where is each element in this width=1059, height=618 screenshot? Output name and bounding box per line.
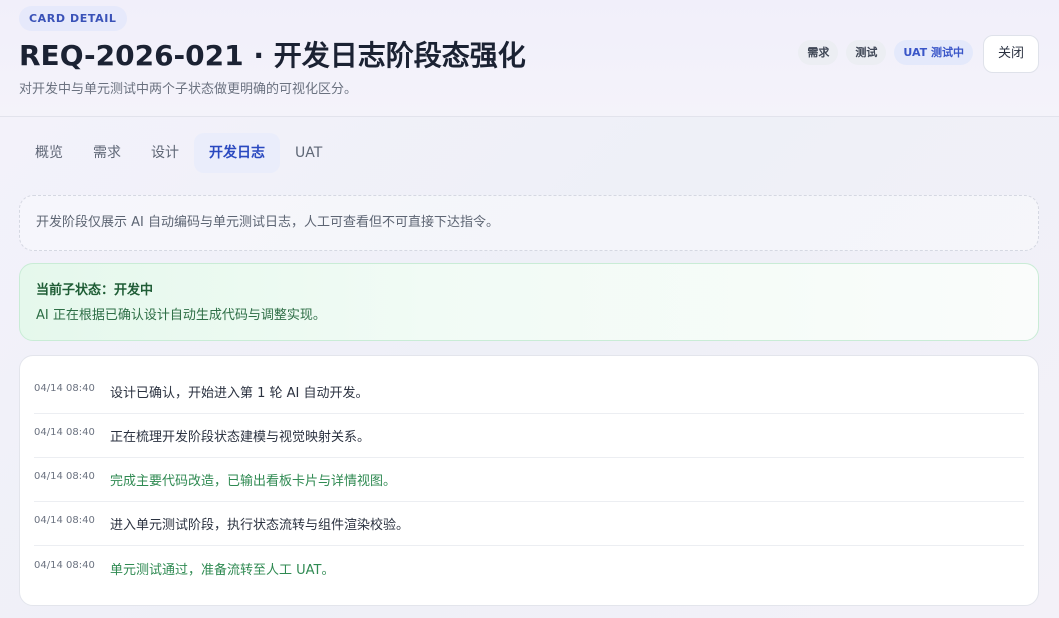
log-timestamp: 04/14 08:40 — [34, 559, 95, 571]
log-timestamp: 04/14 08:40 — [34, 383, 95, 394]
log-message: 完成主要代码改造，已输出看板卡片与详情视图。 — [110, 474, 397, 489]
page-title: REQ-2026-021 · 开发日志阶段态强化 — [19, 39, 526, 72]
log-message: 单元测试通过，准备流转至人工 UAT。 — [110, 562, 335, 578]
log-timestamp: 04/14 08:40 — [34, 515, 95, 526]
stage-chip-requirement: 需求 — [798, 40, 839, 65]
detail-tabs: 概览 需求 设计 开发日志 UAT — [20, 133, 337, 173]
tab-dev-log[interactable]: 开发日志 — [194, 133, 280, 173]
log-message: 进入单元测试阶段，执行状态流转与组件渲染校验。 — [110, 518, 410, 533]
log-message: 正在梳理开发阶段状态建模与视觉映射关系。 — [110, 430, 371, 445]
log-timestamp: 04/14 08:40 — [34, 427, 95, 438]
tab-requirement[interactable]: 需求 — [78, 133, 136, 173]
log-entry: 04/14 08:40 正在梳理开发阶段状态建模与视觉映射关系。 — [34, 414, 1024, 458]
current-status-card: 当前子状态：开发中 AI 正在根据已确认设计自动生成代码与调整实现。 — [19, 263, 1039, 341]
eyebrow-badge: CARD DETAIL — [19, 6, 127, 31]
page-subtitle: 对开发中与单元测试中两个子状态做更明确的可视化区分。 — [19, 82, 358, 97]
tab-overview[interactable]: 概览 — [20, 133, 78, 173]
status-title: 当前子状态：开发中 — [36, 283, 154, 298]
log-entry: 04/14 08:40 单元测试通过，准备流转至人工 UAT。 — [34, 546, 1024, 590]
log-entry: 04/14 08:40 进入单元测试阶段，执行状态流转与组件渲染校验。 — [34, 502, 1024, 546]
dev-log-list: 04/14 08:40 设计已确认，开始进入第 1 轮 AI 自动开发。 04/… — [19, 355, 1039, 606]
card-header: CARD DETAIL REQ-2026-021 · 开发日志阶段态强化 对开发… — [0, 0, 1059, 117]
log-entry: 04/14 08:40 设计已确认，开始进入第 1 轮 AI 自动开发。 — [34, 370, 1024, 414]
tab-uat[interactable]: UAT — [280, 133, 337, 173]
stage-chip-uat: UAT 测试中 — [894, 40, 973, 65]
close-button[interactable]: 关闭 — [983, 35, 1039, 73]
status-description: AI 正在根据已确认设计自动生成代码与调整实现。 — [36, 308, 326, 323]
stage-chips: 需求 测试 UAT 测试中 — [798, 40, 973, 65]
stage-chip-test: 测试 — [846, 40, 887, 65]
log-entry: 04/14 08:40 完成主要代码改造，已输出看板卡片与详情视图。 — [34, 458, 1024, 502]
tab-design[interactable]: 设计 — [136, 133, 194, 173]
info-notice: 开发阶段仅展示 AI 自动编码与单元测试日志，人工可查看但不可直接下达指令。 — [19, 195, 1039, 251]
log-message: 设计已确认，开始进入第 1 轮 AI 自动开发。 — [110, 386, 369, 401]
log-timestamp: 04/14 08:40 — [34, 471, 95, 482]
